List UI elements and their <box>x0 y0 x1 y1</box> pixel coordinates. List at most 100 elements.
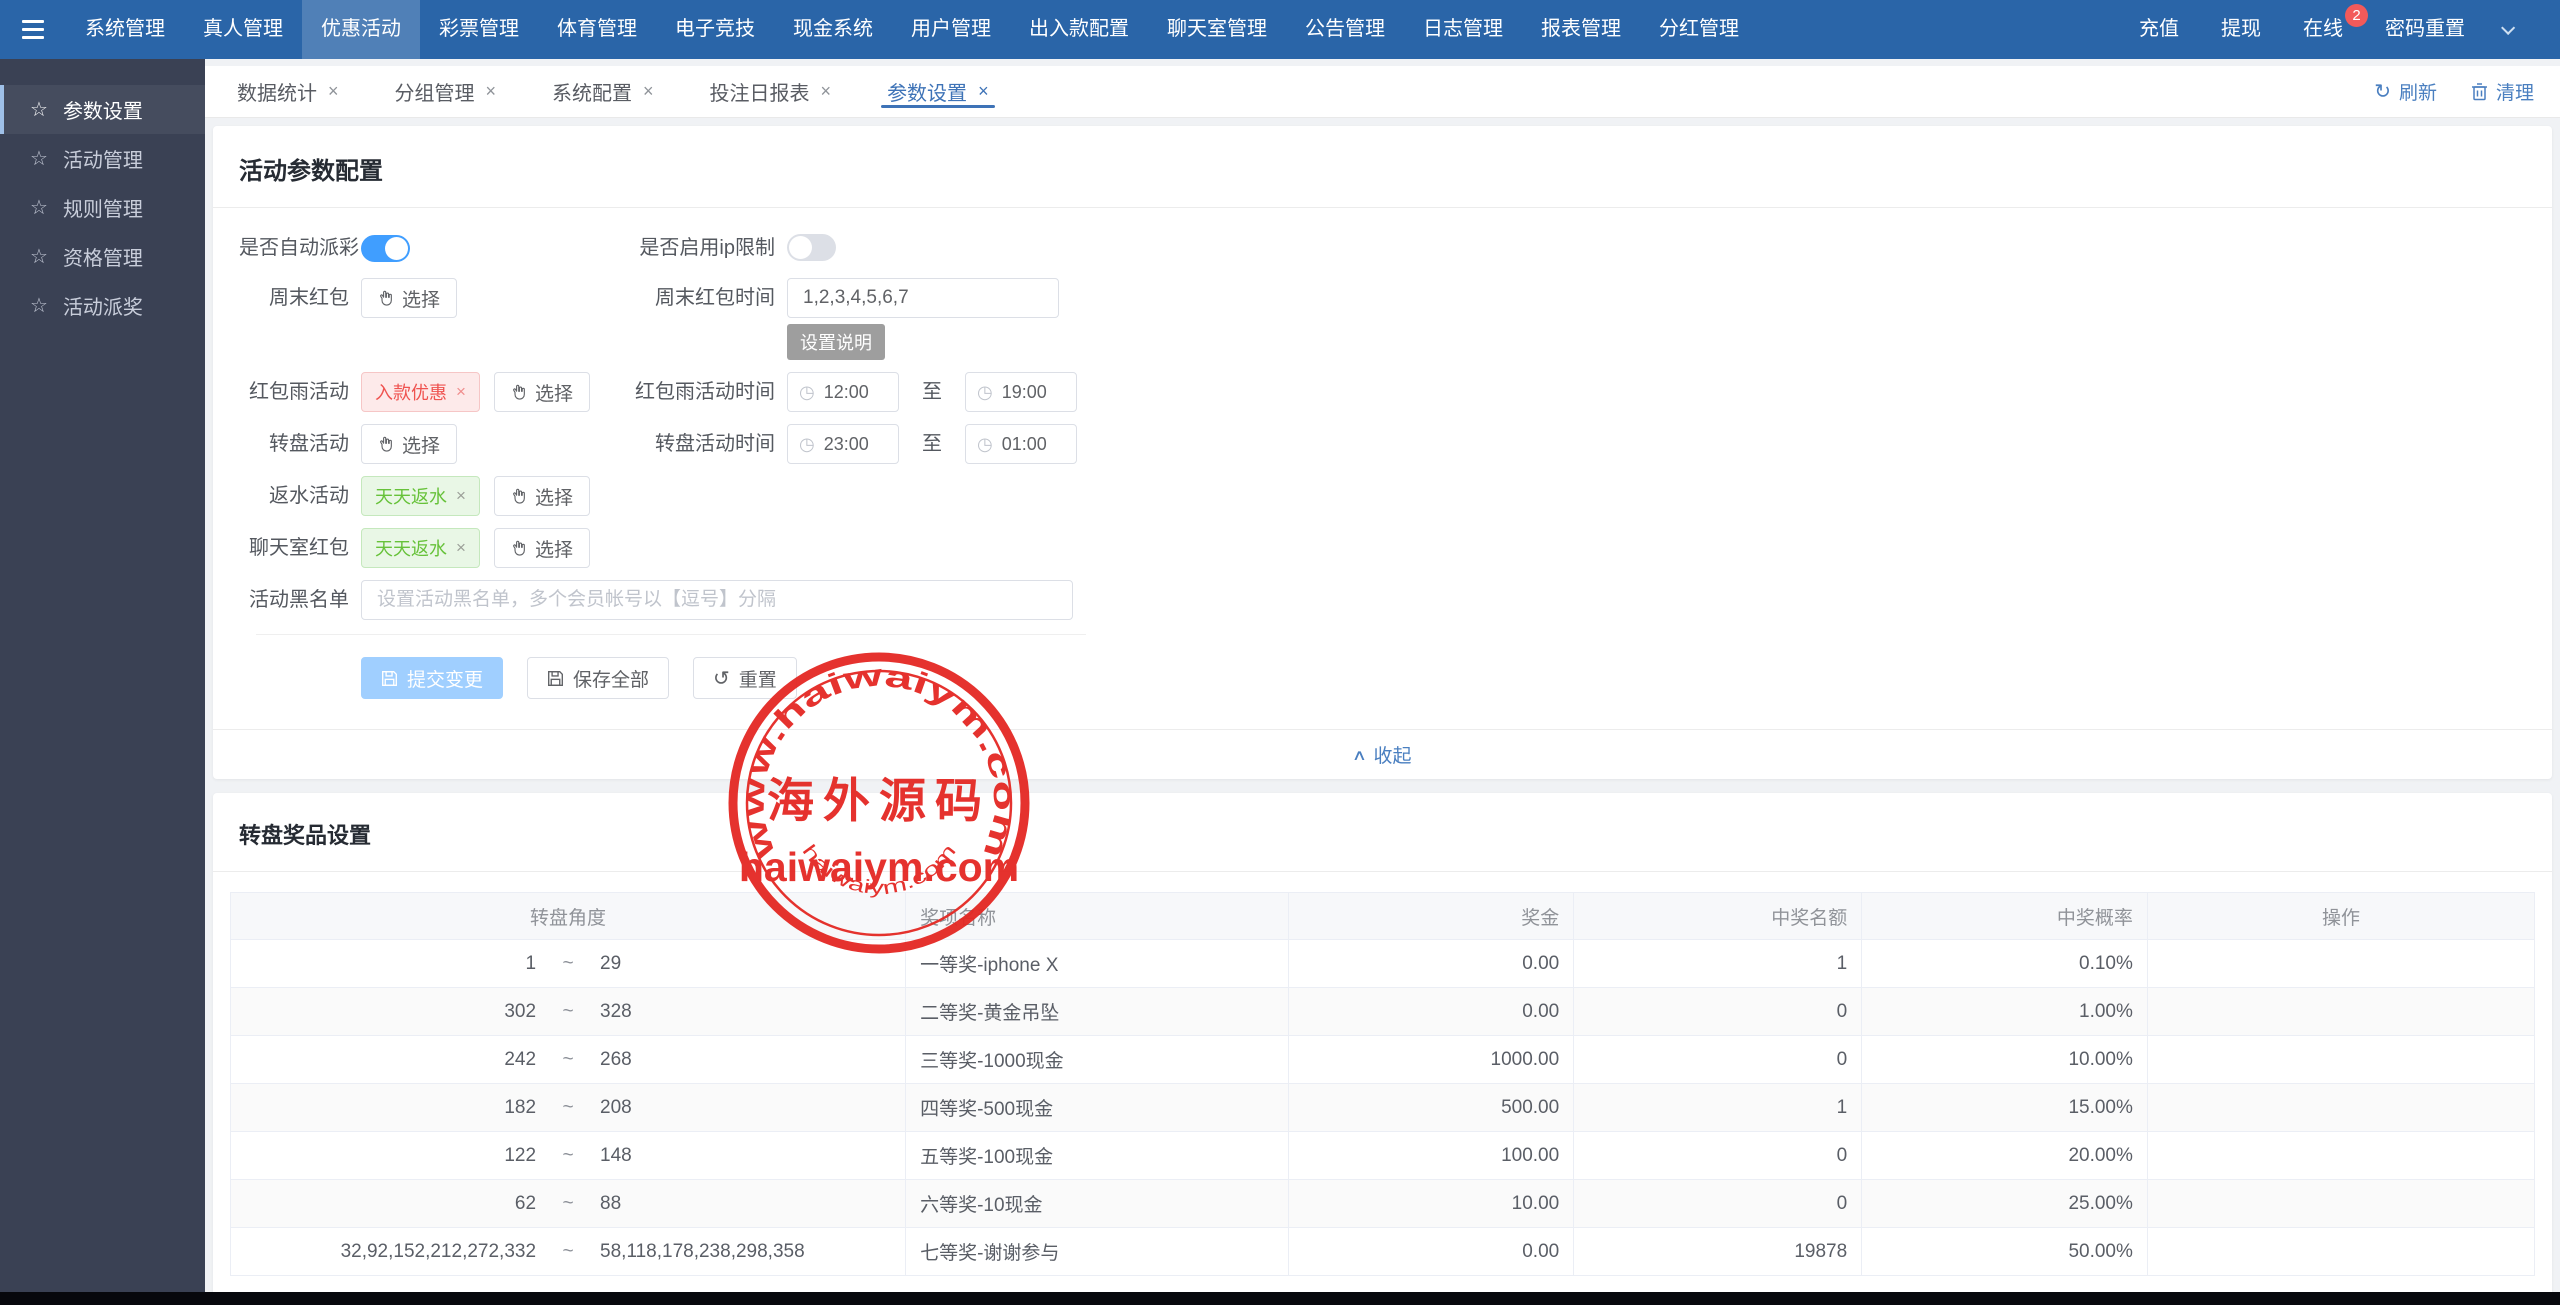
prize-rate: 1.00% <box>1862 988 2148 1036</box>
tab-params[interactable]: 参数设置 × <box>881 66 995 117</box>
rain-choose-button[interactable]: 选择 <box>494 372 590 412</box>
nav-item-payments[interactable]: 出入款配置 <box>1010 0 1148 59</box>
time-value: 12:00 <box>824 382 869 403</box>
ip-limit-toggle[interactable] <box>787 234 836 261</box>
hand-pointer-icon <box>378 289 394 307</box>
collapse-link[interactable]: ∧ 收起 <box>213 729 2552 779</box>
tab-data-stats[interactable]: 数据统计 × <box>231 66 345 117</box>
prize-quota: 0 <box>1574 1132 1862 1180</box>
withdraw-link[interactable]: 提现 <box>2200 0 2282 59</box>
star-icon: ☆ <box>30 195 48 220</box>
weekend-red-choose-button[interactable]: 选择 <box>361 278 457 318</box>
rain-time-label: 红包雨活动时间 <box>629 372 775 412</box>
nav-item-esports[interactable]: 电子竞技 <box>656 0 774 59</box>
auto-payout-toggle[interactable] <box>361 235 410 262</box>
sidebar-item-activity[interactable]: ☆ 活动管理 <box>0 134 205 183</box>
rebate-choose-button[interactable]: 选择 <box>494 476 590 516</box>
save-all-label: 保存全部 <box>573 665 649 692</box>
nav-item-announce[interactable]: 公告管理 <box>1286 0 1404 59</box>
rain-time-to-input[interactable]: ◷ 19:00 <box>965 372 1077 412</box>
close-icon[interactable]: × <box>456 538 466 558</box>
time-value: 19:00 <box>1002 382 1047 403</box>
close-icon[interactable]: × <box>978 81 989 102</box>
save-all-button[interactable]: 保存全部 <box>527 657 669 699</box>
refresh-button[interactable]: ↻ 刷新 <box>2374 78 2437 105</box>
wheel-time-from-input[interactable]: ◷ 23:00 <box>787 424 899 464</box>
rebate-tag[interactable]: 天天返水 × <box>361 476 480 516</box>
sidebar-item-qualification[interactable]: ☆ 资格管理 <box>0 232 205 281</box>
refresh-label: 刷新 <box>2399 78 2437 105</box>
nav-item-live[interactable]: 真人管理 <box>184 0 302 59</box>
choose-label: 选择 <box>402 285 440 312</box>
prize-name: 六等奖-10现金 <box>906 1180 1288 1228</box>
angle-tilde: ~ <box>536 1145 600 1167</box>
sidebar-item-awards[interactable]: ☆ 活动派奖 <box>0 281 205 330</box>
online-link[interactable]: 在线 2 <box>2282 0 2364 59</box>
prize-quota: 0 <box>1574 1036 1862 1084</box>
settings-hint-tooltip: 设置说明 <box>787 324 885 360</box>
prize-rate: 25.00% <box>1862 1180 2148 1228</box>
nav-item-dividend[interactable]: 分红管理 <box>1640 0 1758 59</box>
rain-tag[interactable]: 入款优惠 × <box>361 372 480 412</box>
wheel-time-label: 转盘活动时间 <box>629 424 775 464</box>
table-row: 1 ~ 29 一等奖-iphone X 0.00 1 0.10% <box>231 940 2535 988</box>
close-icon[interactable]: × <box>456 486 466 506</box>
nav-item-cash[interactable]: 现金系统 <box>774 0 892 59</box>
hamburger-menu-icon[interactable] <box>0 0 66 59</box>
blacklist-input[interactable] <box>361 580 1073 620</box>
time-value: 23:00 <box>824 434 869 455</box>
hand-pointer-icon <box>511 487 527 505</box>
nav-item-logs[interactable]: 日志管理 <box>1404 0 1522 59</box>
password-reset-link[interactable]: 密码重置 <box>2364 0 2486 59</box>
chevron-down-icon[interactable] <box>2486 25 2526 35</box>
close-icon[interactable]: × <box>643 81 654 102</box>
prize-name: 五等奖-100现金 <box>906 1132 1288 1180</box>
angle-from: 122 <box>245 1145 536 1167</box>
nav-item-lottery[interactable]: 彩票管理 <box>420 0 538 59</box>
table-row: 182 ~ 208 四等奖-500现金 500.00 1 15.00% <box>231 1084 2535 1132</box>
chevron-up-icon: ∧ <box>1351 746 1366 764</box>
tag-label: 天天返水 <box>375 535 447 561</box>
clock-icon: ◷ <box>977 434 993 455</box>
prize-name: 四等奖-500现金 <box>906 1084 1288 1132</box>
nav-item-reports[interactable]: 报表管理 <box>1522 0 1640 59</box>
prize-rate: 10.00% <box>1862 1036 2148 1084</box>
submit-changes-button[interactable]: 提交变更 <box>361 657 503 699</box>
trash-icon <box>2471 82 2488 101</box>
prize-settings-card: 转盘奖品设置 转盘角度 奖项名称 奖金 中奖名额 中奖概率 <box>213 793 2552 1292</box>
table-row: 302 ~ 328 二等奖-黄金吊坠 0.00 0 1.00% <box>231 988 2535 1036</box>
nav-item-sports[interactable]: 体育管理 <box>538 0 656 59</box>
nav-item-users[interactable]: 用户管理 <box>892 0 1010 59</box>
sidebar-item-rules[interactable]: ☆ 规则管理 <box>0 183 205 232</box>
close-icon[interactable]: × <box>821 81 832 102</box>
wheel-time-to-input[interactable]: ◷ 01:00 <box>965 424 1077 464</box>
tab-bet-daily-report[interactable]: 投注日报表 × <box>704 66 838 117</box>
clean-button[interactable]: 清理 <box>2471 78 2534 105</box>
tab-group-mgmt[interactable]: 分组管理 × <box>389 66 503 117</box>
close-icon[interactable]: × <box>486 81 497 102</box>
close-icon[interactable]: × <box>328 81 339 102</box>
chat-red-choose-button[interactable]: 选择 <box>494 528 590 568</box>
table-header-row: 转盘角度 奖项名称 奖金 中奖名额 中奖概率 操作 <box>231 893 2535 940</box>
reset-icon: ↺ <box>713 666 730 691</box>
nav-item-system[interactable]: 系统管理 <box>66 0 184 59</box>
star-icon: ☆ <box>30 146 48 171</box>
recharge-link[interactable]: 充值 <box>2118 0 2200 59</box>
col-header-angle: 转盘角度 <box>231 893 906 940</box>
sidebar-item-params[interactable]: ☆ 参数设置 <box>0 85 205 134</box>
nav-item-promo[interactable]: 优惠活动 <box>302 0 420 59</box>
weekend-time-input[interactable] <box>787 278 1059 318</box>
tab-system-config[interactable]: 系统配置 × <box>546 66 660 117</box>
angle-to: 268 <box>600 1049 891 1071</box>
refresh-icon: ↻ <box>2374 79 2391 104</box>
close-icon[interactable]: × <box>456 382 466 402</box>
weekend-red-label: 周末红包 <box>239 278 349 318</box>
nav-item-chatroom[interactable]: 聊天室管理 <box>1148 0 1286 59</box>
rain-time-from-input[interactable]: ◷ 12:00 <box>787 372 899 412</box>
tab-strip-actions: ↻ 刷新 清理 <box>2374 78 2534 105</box>
chat-red-tag[interactable]: 天天返水 × <box>361 528 480 568</box>
prize-name: 二等奖-黄金吊坠 <box>906 988 1288 1036</box>
reset-label: 重置 <box>739 665 777 692</box>
reset-button[interactable]: ↺ 重置 <box>693 657 797 699</box>
wheel-choose-button[interactable]: 选择 <box>361 424 457 464</box>
